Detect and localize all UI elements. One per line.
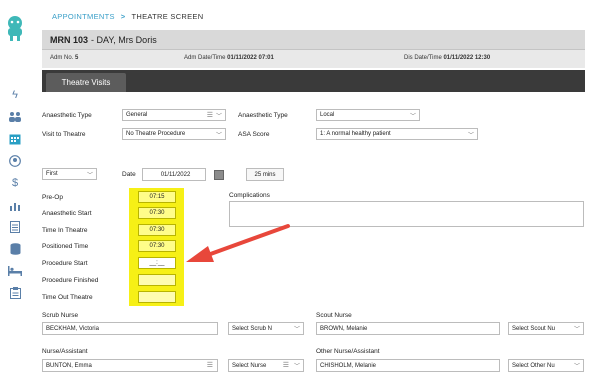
user-circle-icon[interactable]: [8, 154, 22, 168]
breadcrumb: APPOINTMENTS > THEATRE SCREEN: [52, 12, 203, 21]
asa-score-select[interactable]: 1: A normal healthy patient ﹀: [316, 128, 478, 140]
bed-icon[interactable]: [8, 264, 22, 278]
anaesthetic-type-label: Anaesthetic Type: [42, 112, 92, 119]
patient-header: MRN 103 - DAY, Mrs Doris: [42, 30, 585, 50]
admission-info-bar: Adm No. 5 Adm Date/Time 01/11/2022 07:01…: [42, 50, 585, 68]
date-input[interactable]: 01/11/2022: [142, 168, 206, 181]
visit-to-theatre-select[interactable]: No Theatre Procedure ﹀: [122, 128, 226, 140]
mrn-label: MRN 103: [50, 34, 89, 45]
anaesthetic-type-select[interactable]: General ☰ ﹀: [122, 109, 226, 121]
complications-textarea[interactable]: [229, 201, 584, 227]
nurse-assistant-select[interactable]: Select Nurse ☰ ﹀: [228, 359, 304, 372]
chevron-down-icon: ﹀: [293, 327, 300, 333]
dollar-icon[interactable]: $: [8, 176, 22, 190]
patient-name: - DAY, Mrs Doris: [91, 34, 157, 45]
asa-score-label: ASA Score: [238, 131, 270, 138]
tab-theatre-visits[interactable]: Theatre Visits: [46, 73, 126, 92]
chart-icon[interactable]: [8, 198, 22, 212]
time-label: Pre-Op: [42, 194, 63, 201]
chevron-down-icon: ﹀: [409, 114, 416, 120]
nurse-assistant-label: Nurse/Assistant: [42, 348, 88, 355]
procedure-start-input[interactable]: __:__: [138, 257, 176, 269]
clipboard-icon[interactable]: [8, 286, 22, 300]
chevron-down-icon: ﹀: [215, 114, 222, 120]
group-icon[interactable]: [8, 110, 22, 124]
positioned-time-input[interactable]: 07:30: [138, 240, 176, 252]
time-label: Procedure Finished: [42, 277, 99, 284]
breadcrumb-separator: >: [120, 12, 126, 21]
dis-datetime: Dis Date/Time 01/11/2022 12:30: [404, 55, 491, 61]
time-label: Anaesthetic Start: [42, 210, 92, 217]
chevron-down-icon: ﹀: [215, 133, 222, 139]
time-in-theatre-input[interactable]: 07:30: [138, 224, 176, 236]
scrub-nurse-field[interactable]: BECKHAM, Victoria: [42, 322, 218, 335]
other-nurse-assistant-field[interactable]: CHISHOLM, Melanie: [316, 359, 500, 372]
other-nurse-assistant-label: Other Nurse/Assistant: [316, 348, 380, 355]
calendar-icon[interactable]: [8, 132, 22, 146]
other-nurse-assistant-select[interactable]: Select Other Nu ﹀: [508, 359, 584, 372]
sidebar: ϟ $: [0, 0, 30, 378]
nurse-assistant-field[interactable]: BUNTON, Emma ☰: [42, 359, 218, 372]
chevron-down-icon: ﹀: [293, 364, 300, 370]
breadcrumb-appointments-link[interactable]: APPOINTMENTS: [52, 12, 115, 21]
chevron-down-icon: ﹀: [467, 133, 474, 139]
logo-icon: [8, 16, 22, 41]
breadcrumb-current: THEATRE SCREEN: [131, 12, 204, 21]
date-label: Date: [122, 171, 136, 178]
time-label: Time Out Theatre: [42, 294, 93, 301]
time-label: Procedure Start: [42, 260, 88, 267]
scrub-nurse-select[interactable]: Select Scrub N ﹀: [228, 322, 304, 335]
chevron-down-icon: ﹀: [86, 173, 93, 179]
scout-nurse-select[interactable]: Select Scout Nu ﹀: [508, 322, 584, 335]
list-icon: ☰: [206, 112, 213, 119]
order-select[interactable]: First ﹀: [42, 168, 97, 180]
anaesthetic-type2-label: Anaesthetic Type: [238, 112, 288, 119]
chevron-down-icon: ﹀: [573, 327, 580, 333]
duration-button[interactable]: 25 mins: [246, 168, 284, 181]
scrub-nurse-label: Scrub Nurse: [42, 312, 79, 319]
list-icon: ☰: [206, 362, 213, 369]
visit-to-theatre-label: Visit to Theatre: [42, 131, 86, 138]
list-icon: ☰: [282, 362, 289, 369]
procedure-finished-input[interactable]: [138, 274, 176, 286]
bolt-icon[interactable]: ϟ: [8, 88, 22, 102]
complications-label: Complications: [229, 192, 270, 199]
adm-datetime: Adm Date/Time 01/11/2022 07:01: [184, 55, 274, 61]
pre-op-time-input[interactable]: 07:15: [138, 191, 176, 203]
anaesthetic-type2-select[interactable]: Local ﹀: [316, 109, 420, 121]
scout-nurse-label: Scout Nurse: [316, 312, 352, 319]
adm-no: Adm No. 5: [50, 55, 79, 61]
document-icon[interactable]: [8, 220, 22, 234]
scout-nurse-field[interactable]: BROWN, Melanie: [316, 322, 500, 335]
tab-strip: Theatre Visits: [42, 70, 585, 92]
time-label: Time In Theatre: [42, 227, 88, 234]
anaesthetic-start-input[interactable]: 07:30: [138, 207, 176, 219]
database-icon[interactable]: [8, 242, 22, 256]
calendar-picker-icon[interactable]: [214, 170, 224, 180]
chevron-down-icon: ﹀: [573, 364, 580, 370]
time-out-theatre-input[interactable]: [138, 291, 176, 303]
time-label: Positioned Time: [42, 243, 89, 250]
